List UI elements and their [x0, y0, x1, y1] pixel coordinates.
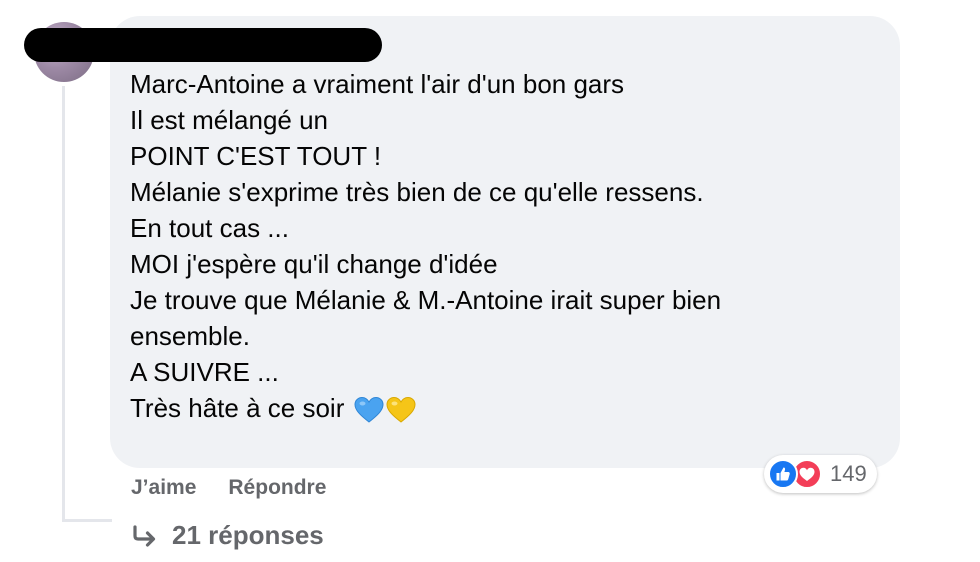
comment-line: En tout cas ...	[130, 213, 289, 243]
comment-line: Très hâte à ce soir	[130, 393, 345, 423]
comment-line: MOI j'espère qu'il change d'idée	[130, 249, 498, 279]
replies-label: 21 réponses	[172, 520, 324, 550]
view-replies-button[interactable]: 21 réponses	[132, 520, 324, 551]
thread-line	[62, 86, 65, 522]
comment-line: Marc-Antoine a vraiment l'air d'un bon g…	[130, 69, 625, 99]
like-button[interactable]: J’aime	[131, 476, 196, 500]
reaction-summary[interactable]: 149	[764, 455, 877, 493]
like-icon	[768, 459, 798, 489]
comment-line: Il est mélangé un	[130, 105, 329, 135]
comment-line: ensemble.	[130, 321, 250, 351]
reaction-count: 149	[830, 461, 867, 486]
comment-line: A SUIVRE ...	[130, 357, 279, 387]
comment-text: Marc-Antoine a vraiment l'air d'un bon g…	[130, 66, 870, 426]
yellow-heart-icon	[386, 396, 416, 424]
redacted-author-name	[24, 28, 382, 62]
comment-line: Je trouve que Mélanie & M.-Antoine irait…	[130, 285, 722, 315]
comment-line-last: Très hâte à ce soir	[130, 390, 870, 426]
thread-line-branch	[62, 519, 112, 522]
comment-actions: J’aime Répondre	[131, 476, 326, 500]
reply-arrow-icon	[132, 524, 158, 547]
blue-heart-icon	[354, 396, 384, 424]
reply-button[interactable]: Répondre	[228, 476, 326, 500]
comment-line: Mélanie s'exprime très bien de ce qu'ell…	[130, 177, 704, 207]
comment-line: POINT C'EST TOUT !	[130, 141, 382, 171]
